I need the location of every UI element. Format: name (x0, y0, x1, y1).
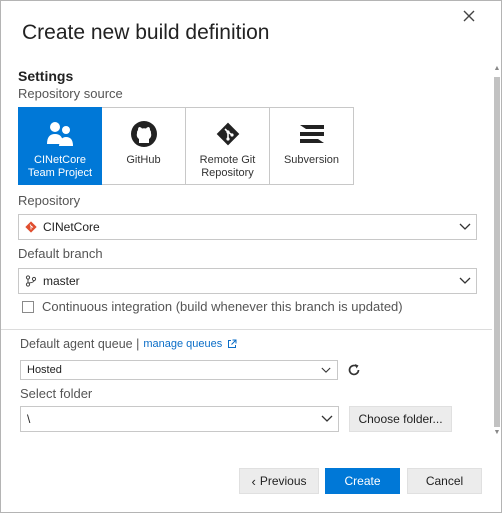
repository-value: CINetCore (43, 220, 100, 234)
branch-dropdown[interactable]: master (18, 268, 477, 294)
continuous-integration-label: Continuous integration (build whenever t… (42, 299, 403, 314)
chevron-left-icon: ‹ (251, 473, 256, 489)
branch-value: master (43, 274, 80, 288)
refresh-button[interactable] (345, 361, 363, 379)
repository-label: Repository (18, 193, 81, 208)
repository-source-label: Repository source (18, 86, 123, 101)
previous-label: Previous (259, 474, 307, 488)
external-link-icon[interactable] (227, 339, 237, 349)
chevron-down-icon (321, 415, 333, 422)
source-tile-label: Remote Git Repository (199, 154, 256, 179)
dialog-scrollbar[interactable]: ▲ ▼ (493, 65, 501, 437)
scroll-down-icon[interactable]: ▼ (493, 429, 501, 437)
previous-button[interactable]: ‹ Previous (239, 468, 319, 494)
manage-queues-link[interactable]: manage queues (143, 338, 222, 350)
chevron-down-icon (321, 367, 331, 373)
team-project-icon (47, 122, 73, 146)
git-repo-icon (25, 221, 37, 233)
scroll-thumb[interactable] (494, 77, 500, 427)
agent-queue-label-row: Default agent queue | manage queues (20, 337, 237, 351)
continuous-integration-option: Continuous integration (build whenever t… (22, 299, 403, 314)
create-build-definition-dialog: Create new build definition Settings Rep… (0, 0, 502, 513)
repository-dropdown[interactable]: CINetCore (18, 214, 477, 240)
default-agent-queue-label: Default agent queue | (20, 337, 140, 351)
create-button[interactable]: Create (325, 468, 400, 494)
github-icon (130, 121, 157, 147)
source-tile-remote-git[interactable]: Remote Git Repository (186, 107, 270, 185)
dialog-title: Create new build definition (22, 21, 270, 44)
folder-dropdown[interactable]: \ (20, 406, 339, 432)
close-icon (463, 10, 475, 22)
source-tile-label: CINetCore Team Project (27, 154, 93, 179)
git-icon (216, 122, 239, 146)
source-tile-label: GitHub (126, 154, 161, 166)
refresh-icon (348, 364, 360, 376)
agent-queue-dropdown[interactable]: Hosted (20, 360, 338, 380)
chevron-down-icon (459, 277, 471, 284)
settings-heading: Settings (18, 68, 74, 84)
cancel-button[interactable]: Cancel (407, 468, 482, 494)
source-tile-label: Subversion (283, 154, 340, 166)
folder-value: \ (27, 412, 31, 426)
settings-scroll-region: Settings Repository source CINetCore Tea… (1, 65, 492, 437)
chevron-down-icon (459, 223, 471, 230)
continuous-integration-checkbox[interactable] (22, 300, 34, 313)
choose-folder-button[interactable]: Choose folder... (349, 406, 452, 432)
section-divider (1, 329, 492, 330)
subversion-icon (299, 125, 324, 143)
source-tile-github[interactable]: GitHub (102, 107, 186, 185)
scroll-up-icon[interactable]: ▲ (493, 65, 501, 73)
default-branch-label: Default branch (18, 246, 103, 261)
agent-queue-value: Hosted (27, 364, 62, 376)
source-tile-team-project[interactable]: CINetCore Team Project (18, 107, 102, 185)
branch-icon (25, 275, 37, 287)
select-folder-label: Select folder (20, 386, 93, 401)
source-tile-subversion[interactable]: Subversion (270, 107, 354, 185)
repository-source-tiles: CINetCore Team Project GitHub Remote Git… (18, 107, 354, 185)
close-button[interactable] (460, 7, 478, 25)
